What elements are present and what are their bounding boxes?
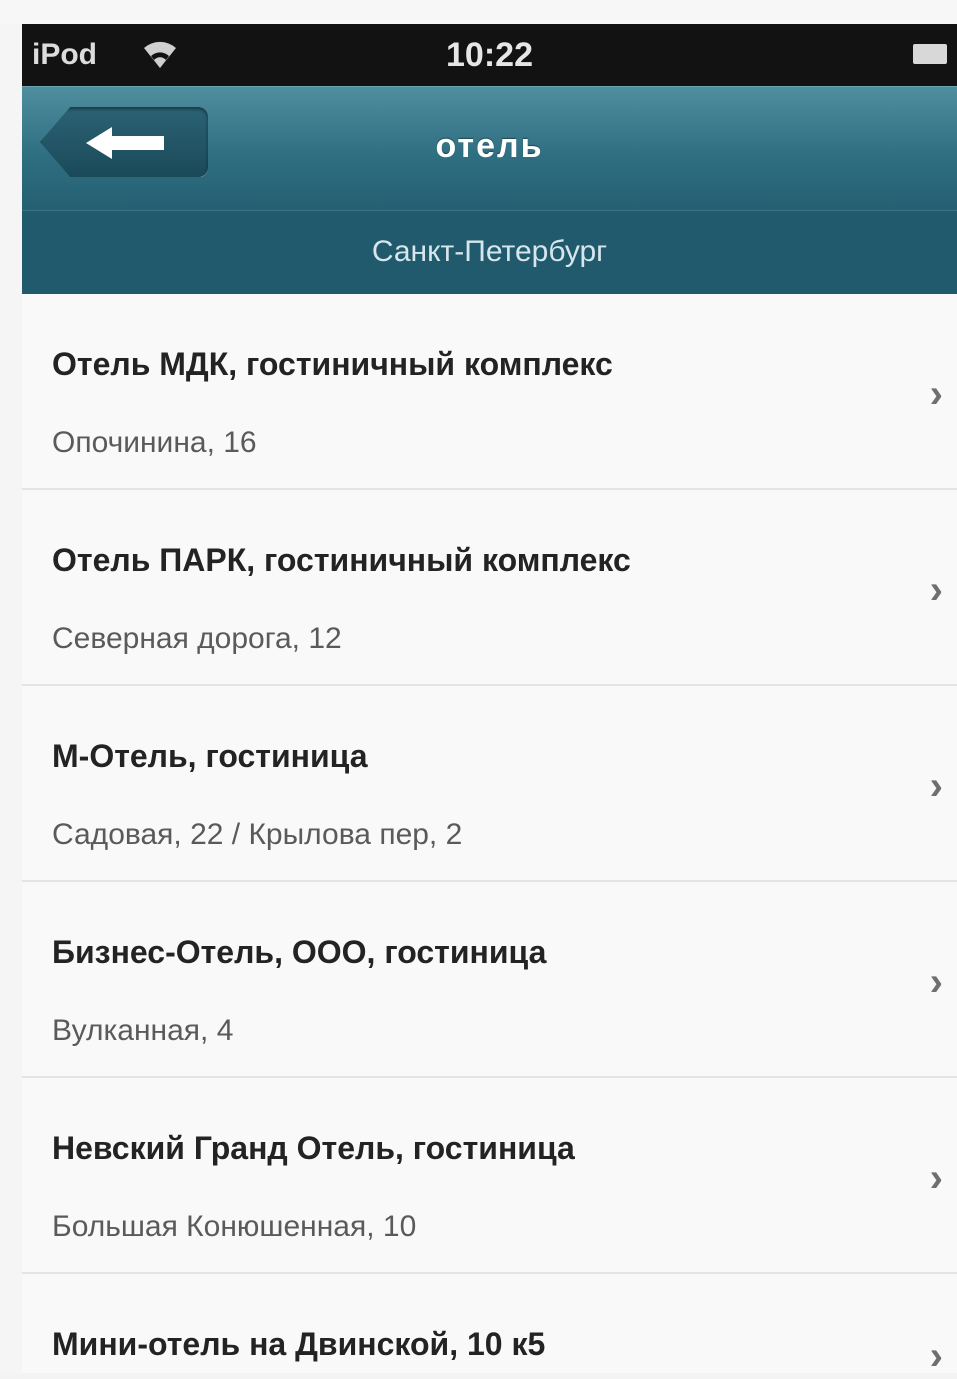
hotel-name: Мини-отель на Двинской, 10 к5 [52, 1326, 546, 1362]
chevron-right-icon: › [929, 960, 943, 1004]
chevron-right-icon: › [929, 1334, 943, 1378]
hotel-address: Большая Конюшенная, 10 [52, 1210, 417, 1243]
hotel-address: Северная дорога, 12 [52, 622, 342, 655]
hotel-name: М-Отель, гостиница [52, 738, 368, 774]
chevron-right-icon: › [929, 764, 943, 808]
battery-icon [913, 44, 947, 64]
chevron-right-icon: › [929, 568, 943, 612]
navigation-bar: отель [22, 86, 957, 210]
top-margin [0, 0, 957, 24]
screen: iPod 10:22 отель Санкт-Петербург Отель М… [0, 0, 957, 1378]
hotel-address: Опочинина, 16 [52, 426, 257, 459]
hotel-address: Садовая, 22 / Крылова пер, 2 [52, 818, 463, 851]
hotel-address: Вулканная, 4 [52, 1014, 234, 1047]
hotel-row[interactable]: Отель ПАРК, гостиничный комплекс Северна… [22, 490, 957, 686]
hotel-name: Отель ПАРК, гостиничный комплекс [52, 542, 631, 578]
hotel-row[interactable]: М-Отель, гостиница Садовая, 22 / Крылова… [22, 686, 957, 882]
chevron-right-icon: › [929, 372, 943, 416]
hotel-name: Бизнес-Отель, ООО, гостиница [52, 934, 547, 970]
hotel-row[interactable]: Мини-отель на Двинской, 10 к5 › [22, 1274, 957, 1378]
city-bar: Санкт-Петербург [22, 210, 957, 294]
hotel-row[interactable]: Невский Гранд Отель, гостиница Большая К… [22, 1078, 957, 1274]
hotel-list: Отель МДК, гостиничный комплекс Опочинин… [22, 294, 957, 1378]
hotel-row[interactable]: Бизнес-Отель, ООО, гостиница Вулканная, … [22, 882, 957, 1078]
hotel-name: Отель МДК, гостиничный комплекс [52, 346, 613, 382]
status-bar: iPod 10:22 [22, 24, 957, 86]
page-title: отель [435, 127, 544, 165]
hotel-row[interactable]: Отель МДК, гостиничный комплекс Опочинин… [22, 294, 957, 490]
hotel-name: Невский Гранд Отель, гостиница [52, 1130, 575, 1166]
chevron-right-icon: › [929, 1156, 943, 1200]
status-time: 10:22 [446, 36, 533, 74]
city-label: Санкт-Петербург [371, 235, 608, 268]
